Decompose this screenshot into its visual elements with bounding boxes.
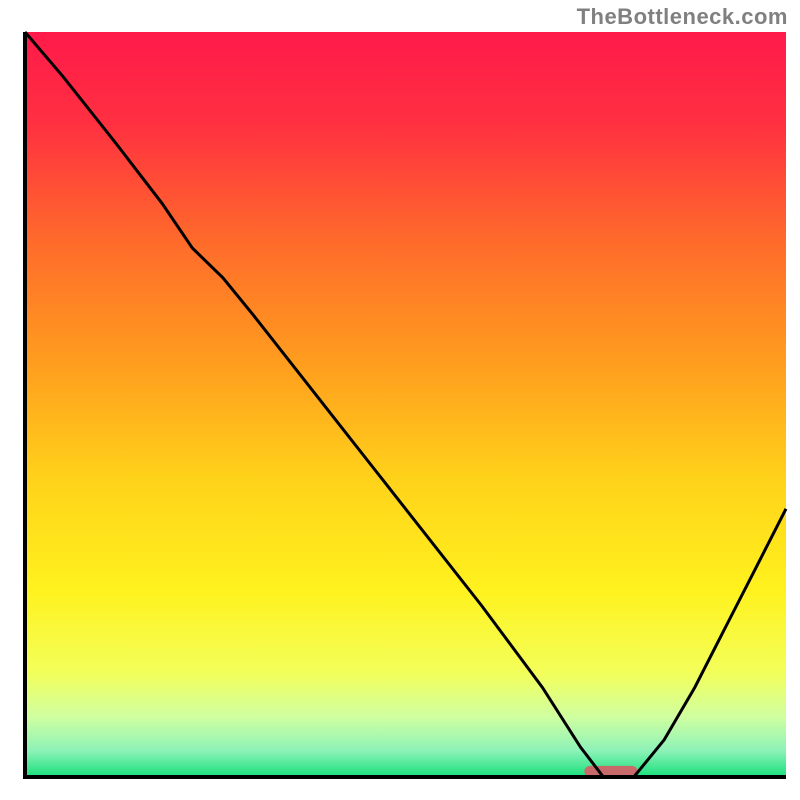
chart-svg (0, 0, 800, 800)
plot-background (25, 32, 786, 777)
chart-container: TheBottleneck.com (0, 0, 800, 800)
